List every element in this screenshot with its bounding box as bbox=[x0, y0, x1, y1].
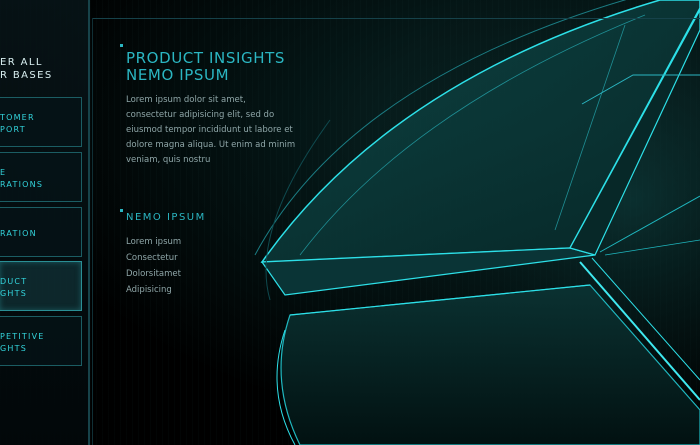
sidebar-item-ration[interactable]: RATION bbox=[0, 207, 82, 257]
panel-left-border bbox=[92, 18, 93, 445]
list-item: Consectetur bbox=[126, 253, 178, 263]
page-title: PRODUCT INSIGHTS NEMO IPSUM bbox=[126, 49, 285, 84]
subheading-bullet bbox=[120, 209, 123, 212]
sidebar-heading: ER ALL R BASES bbox=[0, 57, 53, 81]
panel-top-border bbox=[92, 18, 700, 19]
list-item: Adipisicing bbox=[126, 285, 172, 295]
list-item: Lorem ipsum bbox=[126, 237, 182, 247]
section-subheading: NEMO IPSUM bbox=[126, 212, 206, 223]
list-item: Dolorsitamet bbox=[126, 269, 181, 279]
pie-chart-graphic bbox=[250, 0, 700, 445]
description-text: Lorem ipsum dolor sit amet, consectetur … bbox=[126, 95, 296, 165]
sidebar: ER ALL R BASES TOMER PORT E RATIONS RATI… bbox=[0, 0, 90, 445]
sidebar-item-operations[interactable]: E RATIONS bbox=[0, 152, 82, 202]
sidebar-item-competitive-insights[interactable]: PETITIVE GHTS bbox=[0, 316, 82, 366]
title-bullet bbox=[120, 44, 123, 47]
feature-list: Lorem ipsum Consectetur Dolorsitamet Adi… bbox=[126, 234, 181, 298]
sidebar-item-customer-support[interactable]: TOMER PORT bbox=[0, 97, 82, 147]
sidebar-item-product-insights[interactable]: DUCT GHTS bbox=[0, 261, 82, 311]
